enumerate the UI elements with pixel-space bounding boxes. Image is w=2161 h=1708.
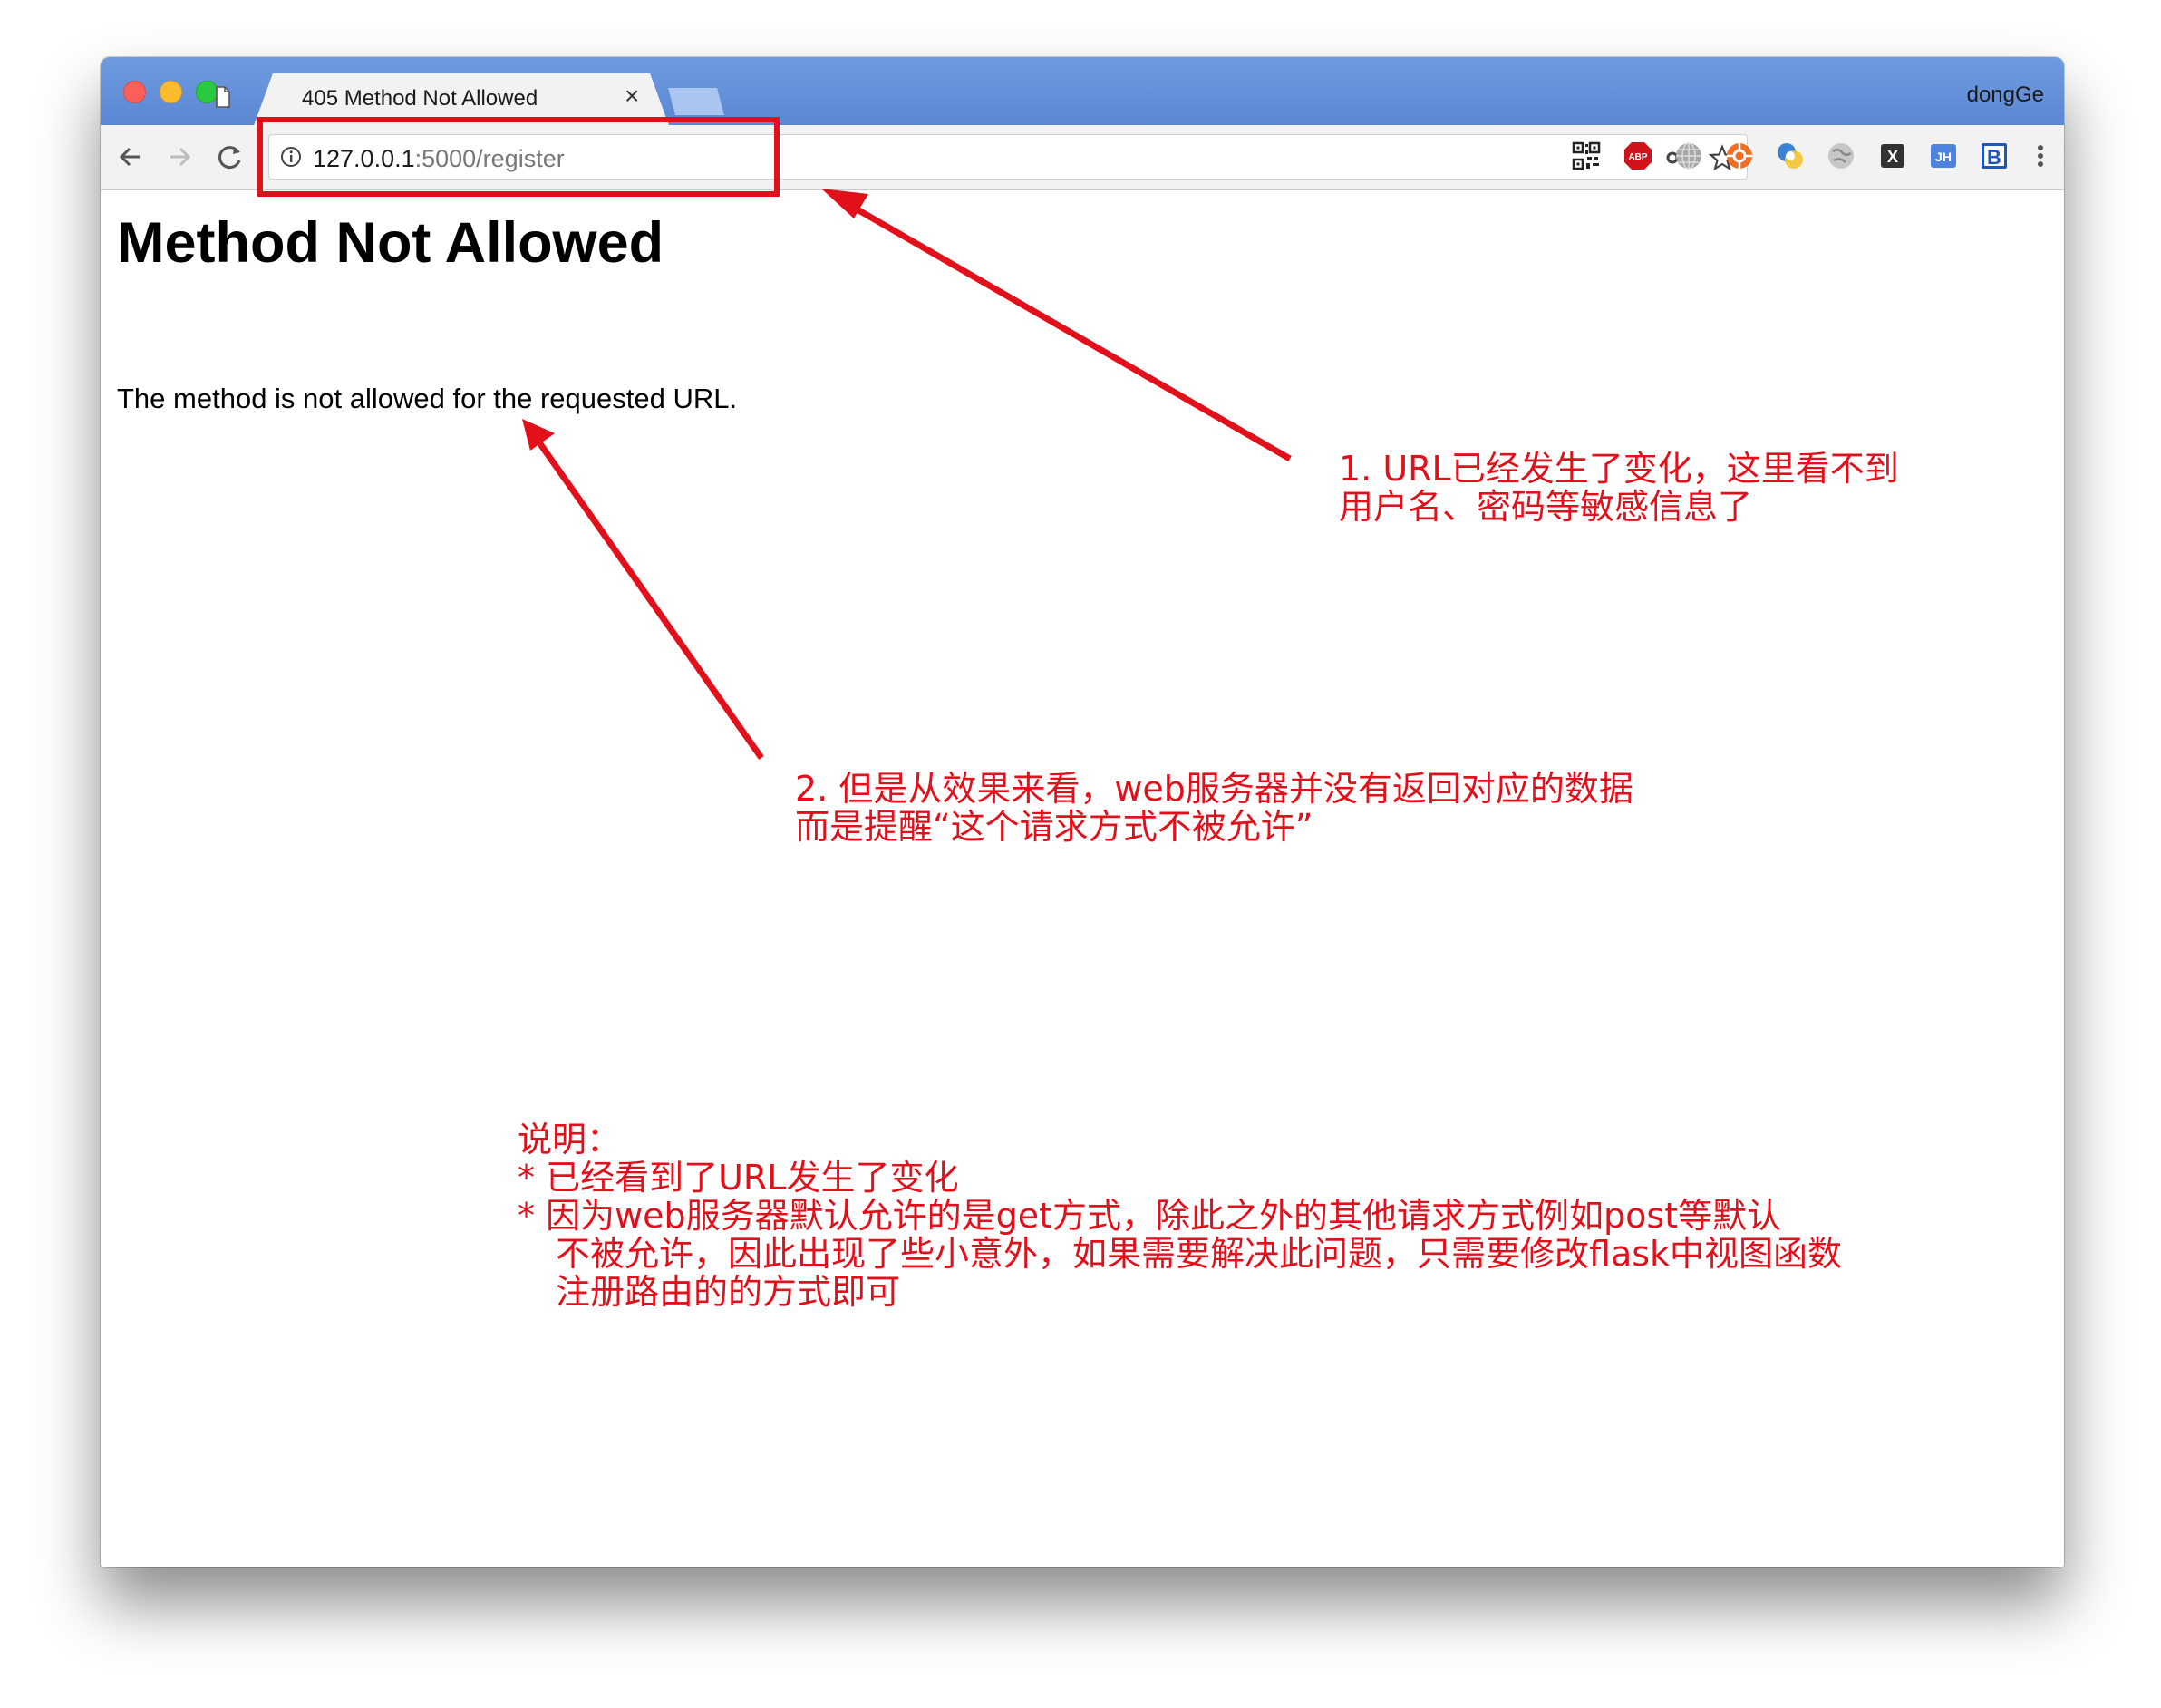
tab-title: 405 Method Not Allowed [302, 86, 538, 111]
annotation-note-1-line-1: 1. URL已经发生了变化，这里看不到 [1339, 449, 1899, 489]
url-host: 127.0.0.1 [313, 145, 415, 172]
profile-name[interactable]: dongGe [1967, 82, 2044, 108]
x-extension-label: X [1887, 148, 1898, 166]
browser-toolbar: 127.0.0.1:5000/register ABP X JH B [101, 125, 2064, 190]
globe-icon[interactable] [1673, 141, 1704, 171]
page-content: Method Not Allowed The method is not all… [101, 190, 2064, 1567]
jh-extension-label: JH [1935, 150, 1952, 164]
b-extension-icon[interactable]: B [1979, 141, 2010, 171]
address-bar[interactable]: 127.0.0.1:5000/register [268, 134, 1748, 180]
url-path: :5000/register [414, 145, 565, 172]
annotation-note-2: 2. 但是从效果来看，web服务器并没有返回对应的数据 而是提醒“这个请求方式不… [795, 770, 1633, 846]
forward-arrow-icon[interactable] [164, 141, 195, 172]
jh-extension-icon[interactable]: JH [1928, 141, 1959, 171]
reload-icon[interactable] [215, 141, 246, 172]
annotation-note-3-line-4: 不被允许，因此出现了些小意外，如果需要解决此问题，只需要修改flask中视图函数 [556, 1234, 1843, 1274]
annotation-note-1-line-2: 用户名、密码等敏感信息了 [1339, 487, 1753, 527]
annotation-note-1: 1. URL已经发生了变化，这里看不到 用户名、密码等敏感信息了 [1339, 450, 1899, 526]
screenshot-stage: 405 Method Not Allowed × dongGe 127.0.0.… [0, 0, 2161, 1708]
menu-dots-icon[interactable] [2025, 141, 2056, 171]
annotation-note-3-line-5: 注册路由的的方式即可 [556, 1272, 901, 1312]
gray-globe-icon[interactable] [1826, 141, 1856, 171]
url-text[interactable]: 127.0.0.1:5000/register [313, 145, 565, 173]
b-extension-label: B [1987, 146, 2001, 169]
minimize-window-button[interactable] [160, 81, 182, 103]
back-arrow-icon[interactable] [115, 141, 146, 172]
adblock-plus-icon[interactable]: ABP [1623, 141, 1653, 171]
x-extension-icon[interactable]: X [1877, 141, 1908, 171]
annotation-note-2-line-2: 而是提醒“这个请求方式不被允许” [795, 807, 1313, 847]
title-bar: 405 Method Not Allowed × dongGe [101, 57, 2064, 128]
annotation-note-3-line-2: * 已经看到了URL发生了变化 [518, 1158, 959, 1198]
annotation-note-3: 说明： * 已经看到了URL发生了变化 * 因为web服务器默认允许的是get方… [518, 1121, 1842, 1311]
new-tab-button[interactable] [668, 88, 724, 115]
info-icon[interactable] [280, 146, 302, 168]
annotation-note-3-line-3: * 因为web服务器默认允许的是get方式，除此之外的其他请求方式例如post等… [518, 1196, 1782, 1236]
orange-circle-icon[interactable] [1724, 141, 1755, 171]
qr-code-icon[interactable] [1571, 141, 1602, 171]
tab-close-icon[interactable]: × [625, 82, 639, 110]
page-document-icon [216, 86, 230, 108]
page-heading: Method Not Allowed [117, 211, 664, 275]
adblock-label: ABP [1628, 152, 1647, 162]
translate-icon[interactable] [1775, 141, 1806, 171]
close-window-button[interactable] [123, 81, 146, 103]
annotation-note-2-line-1: 2. 但是从效果来看，web服务器并没有返回对应的数据 [795, 769, 1633, 809]
page-message: The method is not allowed for the reques… [117, 383, 738, 414]
annotation-note-3-line-1: 说明： [518, 1120, 622, 1160]
